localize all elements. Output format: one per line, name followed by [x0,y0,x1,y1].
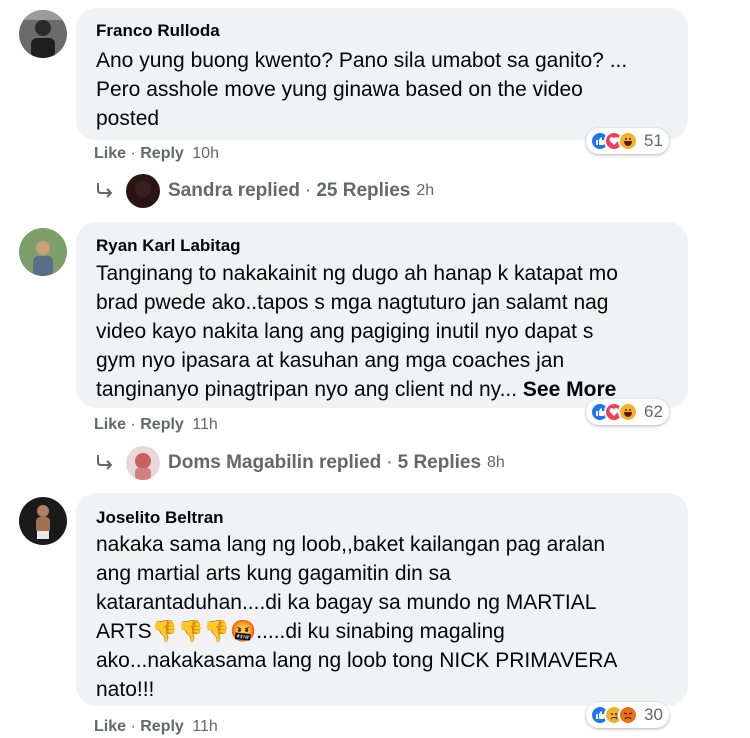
replier-name: Doms Magabilin replied [168,452,382,473]
reply-arrow-icon [97,455,113,470]
separator: · [130,718,136,735]
comment-time[interactable]: 10h [192,145,219,162]
like-button[interactable]: Like [94,145,126,162]
comment-time[interactable]: 11h [192,416,218,433]
comment-author[interactable]: Franco Rulloda [96,21,220,41]
reactions-summary[interactable]: 30 [586,702,669,728]
reactions-summary[interactable]: 62 [586,399,669,425]
comment-author[interactable]: Joselito Beltran [96,508,224,528]
reaction-count: 62 [644,402,663,421]
separator: · [305,180,312,201]
comment-bubble: Franco Rulloda Ano yung buong kwento? Pa… [76,8,688,140]
reply-button[interactable]: Reply [140,145,184,162]
reaction-count: 51 [644,131,663,150]
separator: · [130,145,136,162]
avatar[interactable] [19,497,67,545]
reaction-count: 30 [644,705,663,724]
like-button[interactable]: Like [94,718,126,735]
replier-name: Sandra replied [168,180,300,201]
reply-button[interactable]: Reply [140,718,184,735]
angry-icon [618,705,638,725]
separator: · [130,416,136,433]
reply-avatar [126,446,160,480]
reply-button[interactable]: Reply [140,416,184,433]
reply-arrow-icon [97,183,113,198]
comment-text: Tanginang to nakakainit ng dugo ah hanap… [96,262,618,401]
avatar[interactable] [19,228,67,276]
reply-count: 25 Replies [316,180,411,201]
comment-actions: Like · Reply 11h [94,718,218,736]
haha-icon [618,402,638,422]
avatar[interactable] [19,10,67,58]
reply-time: 2h [416,182,435,199]
separator: · [386,452,393,473]
haha-icon [618,131,638,151]
view-replies[interactable]: Sandra replied · 25 Replies 2h [94,174,434,208]
reply-avatar [126,174,160,208]
reply-time: 8h [487,454,505,471]
comment-text: nakaka sama lang ng loob,,baket kailanga… [96,533,618,701]
view-replies[interactable]: Doms Magabilin replied · 5 Replies 8h [94,446,505,480]
comment-text: Ano yung buong kwento? Pano sila umabot … [96,49,628,130]
comment-actions: Like · Reply 11h [94,416,218,434]
comment-bubble: Joselito Beltran nakaka sama lang ng loo… [76,493,688,706]
reactions-summary[interactable]: 51 [586,128,669,154]
comment-actions: Like · Reply 10h [94,145,219,163]
see-more-link[interactable]: See More [523,378,616,401]
reply-count: 5 Replies [397,452,482,473]
comment-time[interactable]: 11h [192,718,218,735]
comment-bubble: Ryan Karl Labitag Tanginang to nakakaini… [76,222,688,408]
comment-author[interactable]: Ryan Karl Labitag [96,236,241,256]
like-button[interactable]: Like [94,416,126,433]
